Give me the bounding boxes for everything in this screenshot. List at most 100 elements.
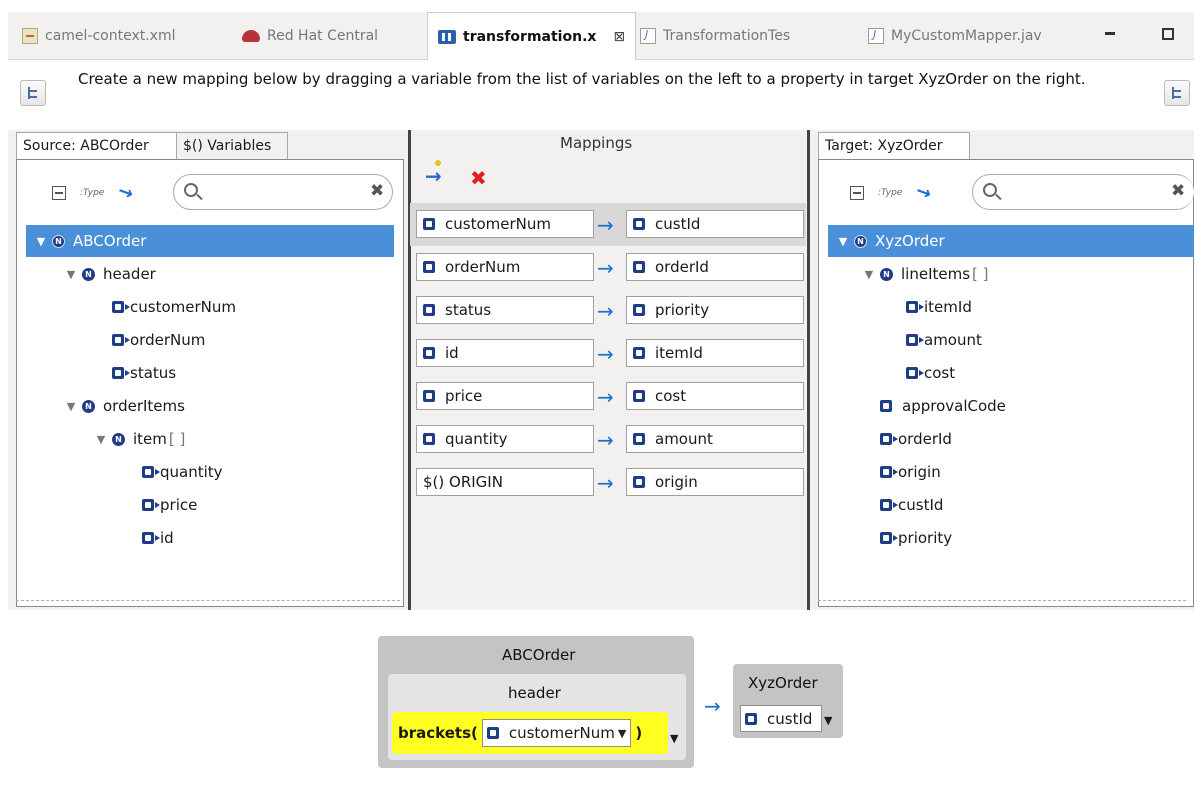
tree-item-price[interactable]: price	[26, 489, 394, 521]
tree-item-label: amount	[924, 331, 982, 349]
tree-item-customernum[interactable]: customerNum	[26, 291, 394, 323]
tree-item-itemid[interactable]: itemId	[828, 291, 1194, 323]
function-box[interactable]: brackets( customerNum ▼ )	[392, 712, 668, 754]
mapping-arrow-icon: →	[597, 299, 614, 323]
show-target-tree-button[interactable]	[1164, 80, 1190, 106]
mapping-target-label: priority	[655, 301, 710, 319]
tab-my-custom-mapper[interactable]: MyCustomMapper.jav	[858, 12, 1052, 60]
field-icon	[633, 433, 645, 445]
tree-item-ordernum[interactable]: orderNum	[26, 324, 394, 356]
mapping-row[interactable]: quantity → amount	[410, 418, 806, 461]
tree-item-item[interactable]: ▼ Nitem[ ]	[26, 423, 394, 455]
expand-arrow-icon[interactable]: ▼	[862, 268, 876, 281]
collapse-all-icon[interactable]	[850, 185, 864, 200]
tree-item-status[interactable]: status	[26, 357, 394, 389]
mapping-source-field[interactable]: $() ORIGIN	[416, 468, 594, 496]
chevron-down-icon[interactable]: ▼	[618, 727, 626, 740]
show-source-tree-button[interactable]	[20, 80, 46, 106]
collapse-all-icon[interactable]	[52, 185, 66, 200]
tab-camel-context[interactable]: camel-context.xml	[12, 12, 186, 60]
clear-search-icon[interactable]: ✖	[370, 181, 384, 201]
tab-red-hat-central[interactable]: Red Hat Central	[232, 12, 388, 60]
mapping-target-field[interactable]: itemId	[626, 339, 804, 367]
tree-item-label: orderId	[898, 430, 952, 448]
clear-search-icon[interactable]: ✖	[1171, 181, 1185, 201]
field-icon	[633, 261, 645, 273]
mapping-target-label: amount	[655, 430, 713, 448]
tree-item-label: approvalCode	[902, 397, 1006, 415]
maximize-icon[interactable]	[1162, 28, 1174, 40]
delete-mapping-icon[interactable]: ✖	[470, 166, 487, 190]
function-menu-chevron-icon[interactable]: ▼	[670, 732, 678, 745]
tree-item-orderid[interactable]: orderId	[828, 423, 1194, 455]
field-icon	[142, 466, 160, 478]
tree-item-abcorder[interactable]: ▼ N ABCOrder	[26, 225, 394, 257]
mapping-target-field[interactable]: cost	[626, 382, 804, 410]
tree-item-id[interactable]: id	[26, 522, 394, 554]
minimize-icon[interactable]	[1102, 26, 1118, 42]
mapping-target-label: custId	[655, 215, 701, 233]
mapping-target-field[interactable]: orderId	[626, 253, 804, 281]
mapping-row[interactable]: customerNum → custId	[410, 203, 806, 246]
mapping-source-label: quantity	[445, 430, 508, 448]
tree-item-label: priority	[898, 529, 953, 547]
mapping-target-field[interactable]: priority	[626, 296, 804, 324]
mapping-source-field[interactable]: orderNum	[416, 253, 594, 281]
tree-item-xyzorder[interactable]: ▼ N XyzOrder	[828, 225, 1194, 257]
show-type-icon[interactable]: :Type	[80, 188, 104, 198]
tab-variables[interactable]: $() Variables	[176, 132, 288, 159]
close-tab-icon[interactable]: ⊠	[613, 29, 625, 45]
mapping-row[interactable]: id → itemId	[410, 332, 806, 375]
tree-item-custid[interactable]: custId	[828, 489, 1194, 521]
source-search-input[interactable]: ✖	[173, 174, 393, 210]
mapping-row[interactable]: price → cost	[410, 375, 806, 418]
tree-item-label: ABCOrder	[73, 232, 147, 250]
expand-arrow-icon[interactable]: ▼	[836, 235, 850, 248]
mapping-target-field[interactable]: origin	[626, 468, 804, 496]
tree-item-orderitems[interactable]: ▼ NorderItems	[26, 390, 394, 422]
mapping-arrow-icon: →	[597, 342, 614, 366]
show-mapped-icon[interactable]: →	[913, 180, 934, 205]
mapping-target-field[interactable]: amount	[626, 425, 804, 453]
mapping-source-field[interactable]: quantity	[416, 425, 594, 453]
function-argument-field[interactable]: customerNum ▼	[481, 719, 632, 747]
mapping-source-field[interactable]: price	[416, 382, 594, 410]
mapping-source-field[interactable]: id	[416, 339, 594, 367]
mapping-source-label: status	[445, 301, 492, 319]
tree-item-priority[interactable]: priority	[828, 522, 1194, 554]
editor-tab-bar: camel-context.xml Red Hat Central transf…	[8, 12, 1194, 61]
tree-item-label: lineItems	[901, 265, 971, 283]
tree-item-quantity[interactable]: quantity	[26, 456, 394, 488]
mapping-source-field[interactable]: status	[416, 296, 594, 324]
tree-item-cost[interactable]: cost	[828, 357, 1194, 389]
mapping-source-label: customerNum	[445, 215, 551, 233]
tab-transformation[interactable]: transformation.x ⊠	[427, 12, 637, 61]
expand-arrow-icon[interactable]: ▼	[64, 268, 78, 281]
node-icon: N	[82, 399, 95, 413]
mapping-row[interactable]: orderNum → orderId	[410, 246, 806, 289]
expand-arrow-icon[interactable]: ▼	[34, 235, 48, 248]
target-field-select[interactable]: custId	[740, 705, 822, 732]
tree-item-label: orderNum	[130, 331, 206, 349]
tab-source[interactable]: Source: ABCOrder	[16, 132, 180, 159]
add-mapping-icon[interactable]: →	[425, 160, 442, 188]
tab-target[interactable]: Target: XyzOrder	[818, 132, 970, 159]
mapping-target-field[interactable]: custId	[626, 210, 804, 238]
field-icon	[112, 334, 130, 346]
tree-item-header[interactable]: ▼ Nheader	[26, 258, 394, 290]
expand-arrow-icon[interactable]: ▼	[64, 400, 78, 413]
mapping-row[interactable]: status → priority	[410, 289, 806, 332]
mapping-source-field[interactable]: customerNum	[416, 210, 594, 238]
mapping-row[interactable]: $() ORIGIN → origin	[410, 461, 806, 504]
expand-arrow-icon[interactable]: ▼	[94, 433, 108, 446]
chevron-down-icon[interactable]: ▼	[824, 714, 832, 727]
target-search-input[interactable]: ✖	[972, 174, 1194, 210]
tree-item-lineitems[interactable]: ▼ NlineItems[ ]	[828, 258, 1194, 290]
tree-item-origin[interactable]: origin	[828, 456, 1194, 488]
tree-item-approvalcode[interactable]: approvalCode	[828, 390, 1194, 422]
tree-item-amount[interactable]: amount	[828, 324, 1194, 356]
show-type-icon[interactable]: :Type	[878, 188, 902, 198]
tab-transformation-test[interactable]: TransformationTes	[630, 12, 800, 60]
show-mapped-icon[interactable]: →	[115, 180, 136, 205]
field-icon	[745, 712, 757, 725]
